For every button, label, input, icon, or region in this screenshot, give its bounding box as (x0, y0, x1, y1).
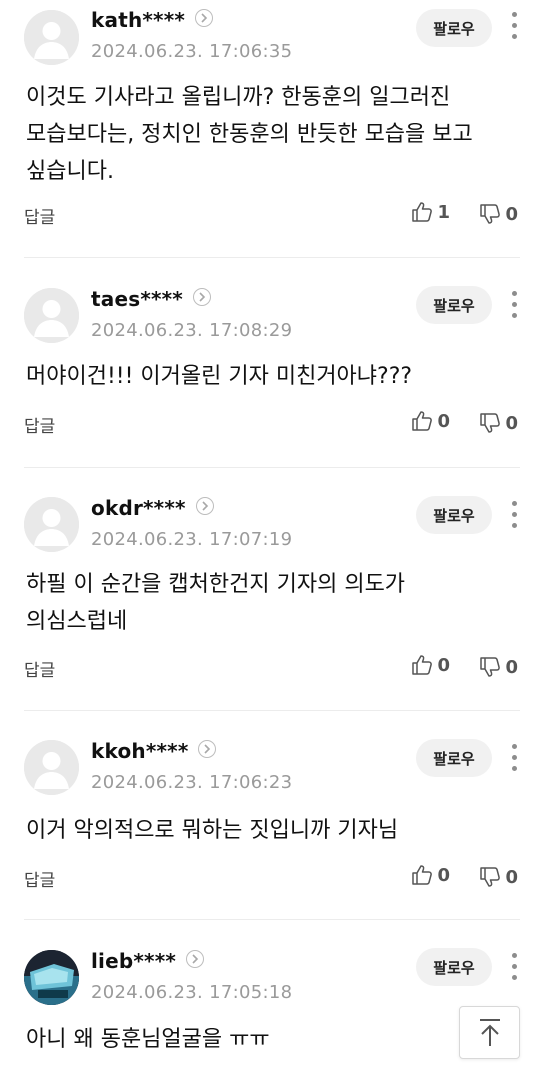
follow-button[interactable]: 팔로우 (416, 286, 492, 324)
dislike-count: 0 (505, 412, 518, 434)
comment-body: 머야이건!!! 이거올린 기자 미친거아냐??? (26, 364, 413, 389)
photo-avatar-icon (24, 950, 79, 1005)
comment-date: 2024.06.23. 17:05:18 (91, 982, 293, 1003)
like-count: 0 (437, 410, 450, 432)
comment-item: lieb**** 2024.06.23. 17:05:18 팔로우 아니 왜 동… (24, 920, 520, 1065)
comment-date: 2024.06.23. 17:07:19 (91, 529, 293, 550)
thumbs-down-icon (480, 867, 501, 887)
comment-body: 하필 이 순간을 캡처한건지 기자의 의도가 의심스럽네 (26, 572, 406, 634)
avatar[interactable] (24, 288, 79, 343)
thumbs-up-icon (412, 202, 433, 222)
chevron-right-icon[interactable] (195, 9, 214, 27)
reply-button[interactable]: 답글 (24, 203, 55, 228)
like-button[interactable]: 0 (411, 654, 450, 676)
comment-body: 이것도 기사라고 올립니까? 한동훈의 일그러진 모습보다는, 정치인 한동훈의… (26, 85, 473, 184)
thumbs-down-icon (480, 413, 501, 433)
comment-item: kath**** 2024.06.23. 17:06:35 팔로우 이것도 기사… (24, 0, 520, 258)
avatar[interactable] (24, 740, 79, 795)
avatar[interactable] (24, 497, 79, 552)
follow-button[interactable]: 팔로우 (416, 739, 492, 777)
comment-item: taes**** 2024.06.23. 17:08:29 팔로우 머야이건!!… (24, 258, 520, 468)
comment-body: 아니 왜 동훈님얼굴을 ㅠㅠ (26, 1027, 270, 1052)
dislike-button[interactable]: 0 (479, 203, 518, 225)
arrow-up-icon (479, 1018, 500, 1046)
dislike-count: 0 (505, 656, 518, 678)
scroll-top-button[interactable] (459, 1006, 520, 1059)
chevron-right-icon[interactable] (195, 497, 214, 515)
dislike-count: 0 (505, 866, 518, 888)
username-text: lieb**** (91, 949, 177, 973)
more-vertical-icon[interactable] (508, 743, 520, 773)
comment-date: 2024.06.23. 17:06:23 (91, 772, 293, 793)
default-avatar-icon (24, 10, 79, 65)
avatar[interactable] (24, 10, 79, 65)
comment-item: kkoh**** 2024.06.23. 17:06:23 팔로우 이거 악의적… (24, 711, 520, 920)
username[interactable]: kkoh**** (91, 739, 217, 763)
more-vertical-icon[interactable] (508, 11, 520, 41)
comment-body: 이거 악의적으로 뭐하는 짓입니까 기자님 (26, 818, 399, 843)
username[interactable]: kath**** (91, 8, 214, 32)
dislike-count: 0 (505, 203, 518, 225)
reply-button[interactable]: 답글 (24, 412, 55, 437)
dislike-button[interactable]: 0 (479, 412, 518, 434)
reply-button[interactable]: 답글 (24, 866, 55, 891)
default-avatar-icon (24, 497, 79, 552)
like-count: 0 (437, 864, 450, 886)
chevron-right-icon[interactable] (186, 950, 205, 968)
like-button[interactable]: 0 (411, 410, 450, 432)
follow-button[interactable]: 팔로우 (416, 9, 492, 47)
username-text: taes**** (91, 287, 183, 311)
comment-date: 2024.06.23. 17:06:35 (91, 41, 293, 62)
thumbs-up-icon (412, 655, 433, 675)
default-avatar-icon (24, 740, 79, 795)
follow-button[interactable]: 팔로우 (416, 496, 492, 534)
like-button[interactable]: 0 (411, 864, 450, 886)
username[interactable]: lieb**** (91, 949, 205, 973)
like-count: 1 (437, 201, 450, 223)
username-text: okdr**** (91, 496, 186, 520)
thumbs-down-icon (480, 657, 501, 677)
comment-item: okdr**** 2024.06.23. 17:07:19 팔로우 하필 이 순… (24, 468, 520, 711)
follow-button[interactable]: 팔로우 (416, 948, 492, 986)
comment-list: kath**** 2024.06.23. 17:06:35 팔로우 이것도 기사… (0, 0, 542, 1065)
chevron-right-icon[interactable] (198, 740, 217, 758)
like-button[interactable]: 1 (411, 201, 450, 223)
chevron-right-icon[interactable] (192, 288, 211, 306)
comment-date: 2024.06.23. 17:08:29 (91, 320, 293, 341)
avatar[interactable] (24, 950, 79, 1005)
thumbs-up-icon (412, 411, 433, 431)
username[interactable]: okdr**** (91, 496, 214, 520)
more-vertical-icon[interactable] (508, 952, 520, 982)
more-vertical-icon[interactable] (508, 290, 520, 320)
reply-button[interactable]: 답글 (24, 656, 55, 681)
username-text: kath**** (91, 8, 186, 32)
dislike-button[interactable]: 0 (479, 656, 518, 678)
dislike-button[interactable]: 0 (479, 866, 518, 888)
username[interactable]: taes**** (91, 287, 211, 311)
default-avatar-icon (24, 288, 79, 343)
username-text: kkoh**** (91, 739, 189, 763)
thumbs-up-icon (412, 865, 433, 885)
thumbs-down-icon (480, 204, 501, 224)
like-count: 0 (437, 654, 450, 676)
more-vertical-icon[interactable] (508, 500, 520, 530)
